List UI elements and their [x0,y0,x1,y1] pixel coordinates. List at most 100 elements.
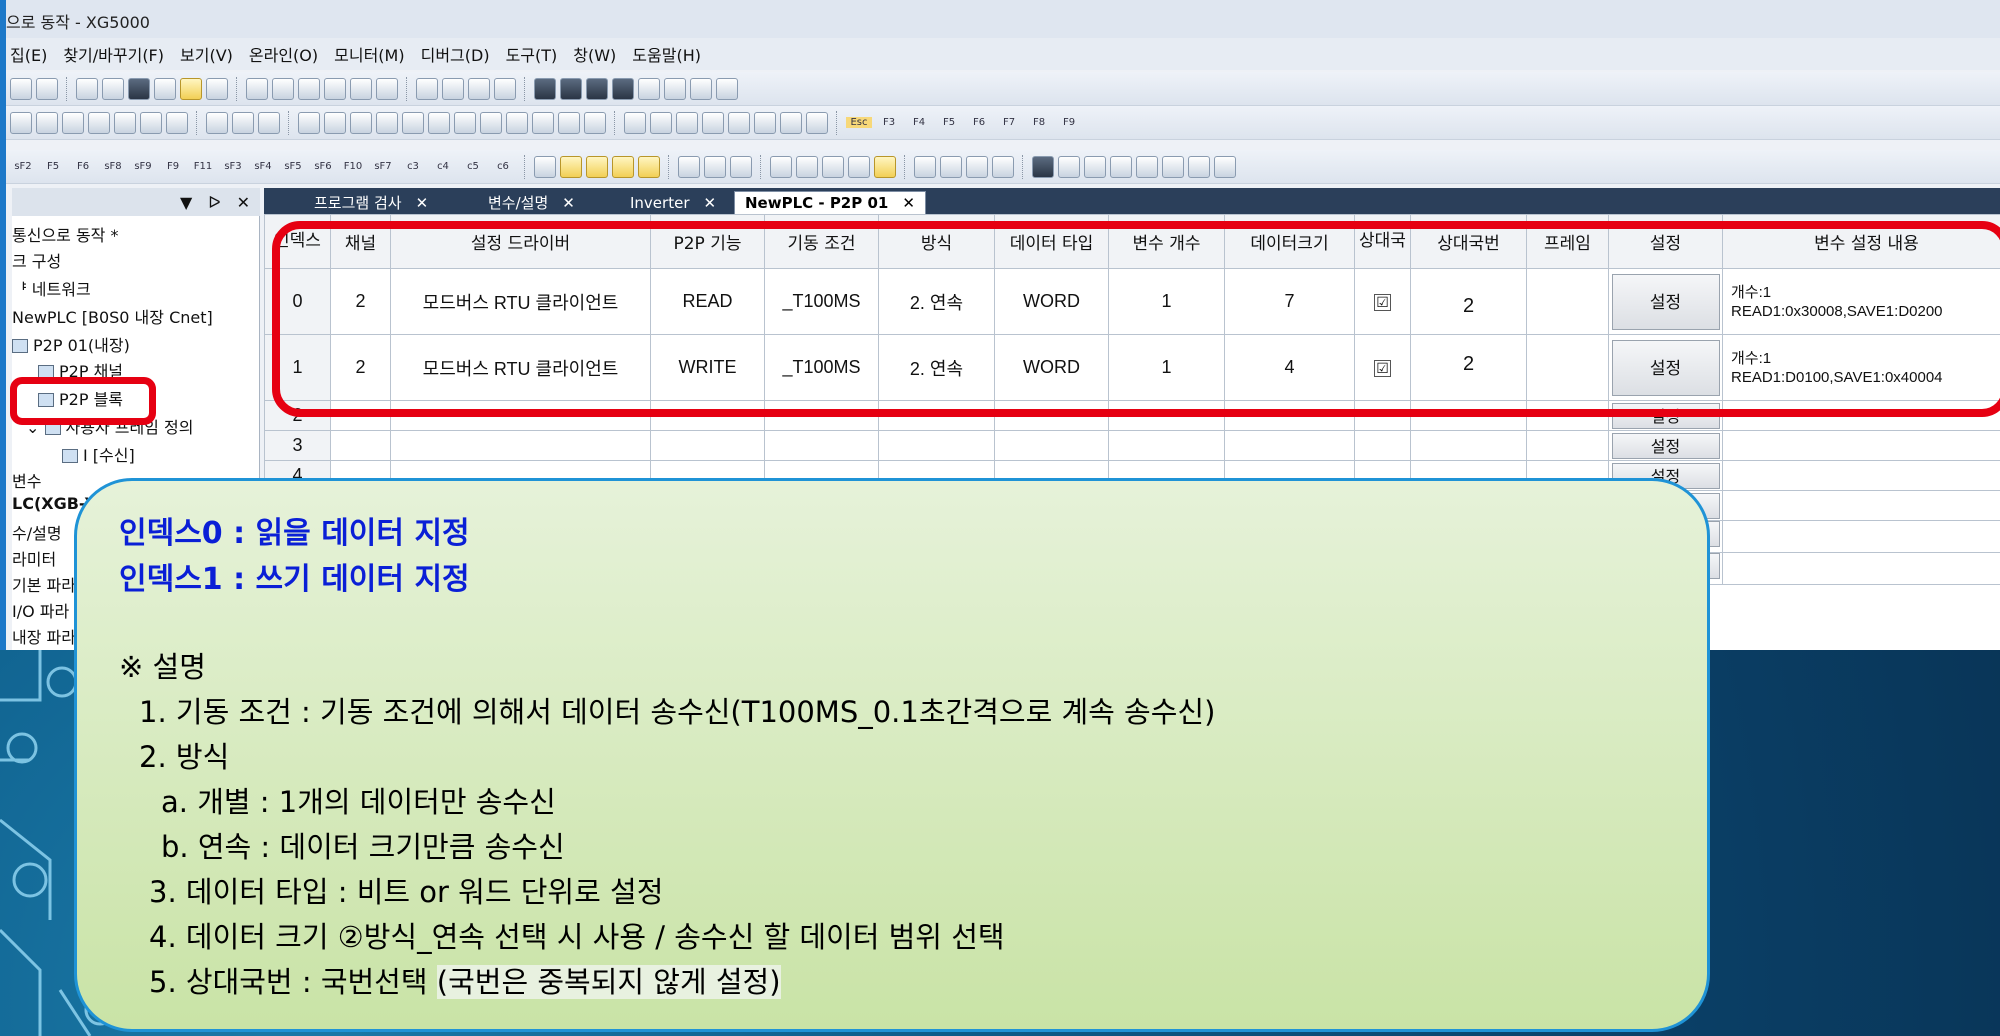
function-icon[interactable] [638,155,660,178]
remote-station-checkbox[interactable]: ☑ [1374,360,1391,377]
tree-item-project[interactable]: 통신으로 동작 * [12,222,119,246]
connect-icon[interactable] [76,77,98,100]
tree-item-receive[interactable]: I [수신] [62,442,135,466]
fkey-f11[interactable]: F11 [190,161,216,172]
fkey-f9[interactable]: F9 [1056,117,1082,128]
delete-icon[interactable] [376,77,398,100]
cell-var-count[interactable]: 1 [1108,334,1225,401]
close-icon[interactable]: ✕ [902,194,915,212]
cell-empty[interactable] [330,400,391,431]
fkey-c6[interactable]: c6 [490,161,516,172]
data-trace-icon[interactable] [428,111,450,134]
menu-monitor[interactable]: 모니터(M) [330,42,416,66]
monitor-icon[interactable] [128,77,150,100]
cell-data-type[interactable]: WORD [994,268,1109,335]
cell-p2p-function[interactable]: READ [650,268,765,335]
fkey-f10[interactable]: F10 [340,161,366,172]
cell-empty[interactable] [878,430,995,461]
ladder-view-icon[interactable] [560,155,582,178]
tab-variables[interactable]: 변수/설명 ✕ [478,191,585,214]
stop-run-icon[interactable] [166,111,188,134]
force-io-icon[interactable] [506,111,528,134]
cell-data-type[interactable]: WORD [994,334,1109,401]
tree-item-io-param[interactable]: I/O 파라 [12,598,69,622]
cell-p2p-function[interactable]: WRITE [650,334,765,401]
setting-button[interactable]: 설정 [1611,273,1720,330]
cell-channel[interactable]: 2 [330,268,391,335]
cell-var-count[interactable]: 1 [1108,268,1225,335]
coil-icon[interactable] [728,111,750,134]
setting-button[interactable]: 설정 [1611,402,1720,429]
fkey-esc[interactable]: Esc [846,117,872,128]
cell-data-size[interactable]: 4 [1224,334,1355,401]
cell-empty[interactable] [1526,400,1609,431]
read-icon[interactable] [62,111,84,134]
cell-empty[interactable] [764,430,879,461]
scan4-icon[interactable] [1214,155,1236,178]
table-row[interactable]: 2 설정 [264,400,2000,431]
output-window-icon[interactable] [1032,155,1054,178]
copy-icon[interactable] [324,77,346,100]
tree-item-p2p-channel[interactable]: P2P 채널 [38,358,123,382]
back-arrow-icon[interactable] [690,77,712,100]
cell-driver[interactable]: 모드버스 RTU 클라이언트 [390,268,651,335]
cell-start-condition[interactable]: _T100MS [764,268,879,335]
stop-icon[interactable] [10,111,32,134]
fkey-sf6[interactable]: sF6 [310,161,336,172]
page5-icon[interactable] [874,155,896,178]
cell-empty[interactable] [994,430,1109,461]
plc-icon[interactable] [154,77,176,100]
page4-icon[interactable] [848,155,870,178]
menu-online[interactable]: 온라인(O) [245,42,330,66]
fkey-sf8[interactable]: sF8 [100,161,126,172]
contact-open-icon[interactable] [624,111,646,134]
menu-window[interactable]: 창(W) [569,42,628,66]
cell-remote-station[interactable]: ☑ [1354,334,1411,401]
fkey-c3[interactable]: c3 [400,161,426,172]
fkey-f5[interactable]: F5 [40,161,66,172]
cell-empty[interactable] [1722,520,2000,553]
fkey-sf7[interactable]: sF7 [370,161,396,172]
tree-item-user-frame[interactable]: ⌄ 사용자 프레임 정의 [26,414,193,438]
monitor-start-icon[interactable] [298,111,320,134]
cell-start-condition[interactable]: _T100MS [764,334,879,401]
device-monitor-icon[interactable] [402,111,424,134]
diagnose-icon[interactable] [258,111,280,134]
variable-icon[interactable] [678,155,700,178]
cell-empty[interactable] [330,430,391,461]
fkey-f4[interactable]: F4 [906,117,932,128]
delete-column-icon[interactable] [494,77,516,100]
fkey-sf4[interactable]: sF4 [250,161,276,172]
print-icon[interactable] [10,77,32,100]
system-monitor-icon[interactable] [376,111,398,134]
cut-icon[interactable] [298,77,320,100]
reference-icon[interactable] [206,77,228,100]
cell-empty[interactable] [1410,400,1527,431]
paste-icon[interactable] [350,77,372,100]
cell-frame[interactable] [1526,268,1609,335]
check-icon[interactable] [1084,155,1106,178]
cell-driver[interactable]: 모드버스 RTU 클라이언트 [390,334,651,401]
menu-find-replace[interactable]: 찾기/바꾸기(F) [59,42,176,66]
tree-item-p2p01[interactable]: P2P 01(내장) [12,332,130,356]
setting-button[interactable]: 설정 [1611,339,1720,396]
fkey-f7[interactable]: F7 [996,117,1022,128]
tree-item-network-config[interactable]: 크 구성 [12,248,61,272]
compile-all-icon[interactable] [232,111,254,134]
contact-close-icon[interactable] [650,111,672,134]
st-view-icon[interactable] [612,155,634,178]
fkey-f3[interactable]: F3 [876,117,902,128]
remote-station-checkbox[interactable]: ☑ [1374,294,1391,311]
io-info-icon[interactable] [454,111,476,134]
cell-data-size[interactable]: 7 [1224,268,1355,335]
tree-item-p2p-block[interactable]: P2P 블록 [38,386,123,410]
page3-icon[interactable] [822,155,844,178]
cell-empty[interactable] [1722,490,2000,521]
fkey-sf5[interactable]: sF5 [280,161,306,172]
cell-empty[interactable] [650,430,765,461]
fkey-sf3[interactable]: sF3 [220,161,246,172]
tree-item-newplc[interactable]: NewPLC [B0S0 내장 Cnet] [12,304,213,328]
cell-frame[interactable] [1526,334,1609,401]
link-icon[interactable] [114,111,136,134]
delete-row-icon[interactable] [442,77,464,100]
